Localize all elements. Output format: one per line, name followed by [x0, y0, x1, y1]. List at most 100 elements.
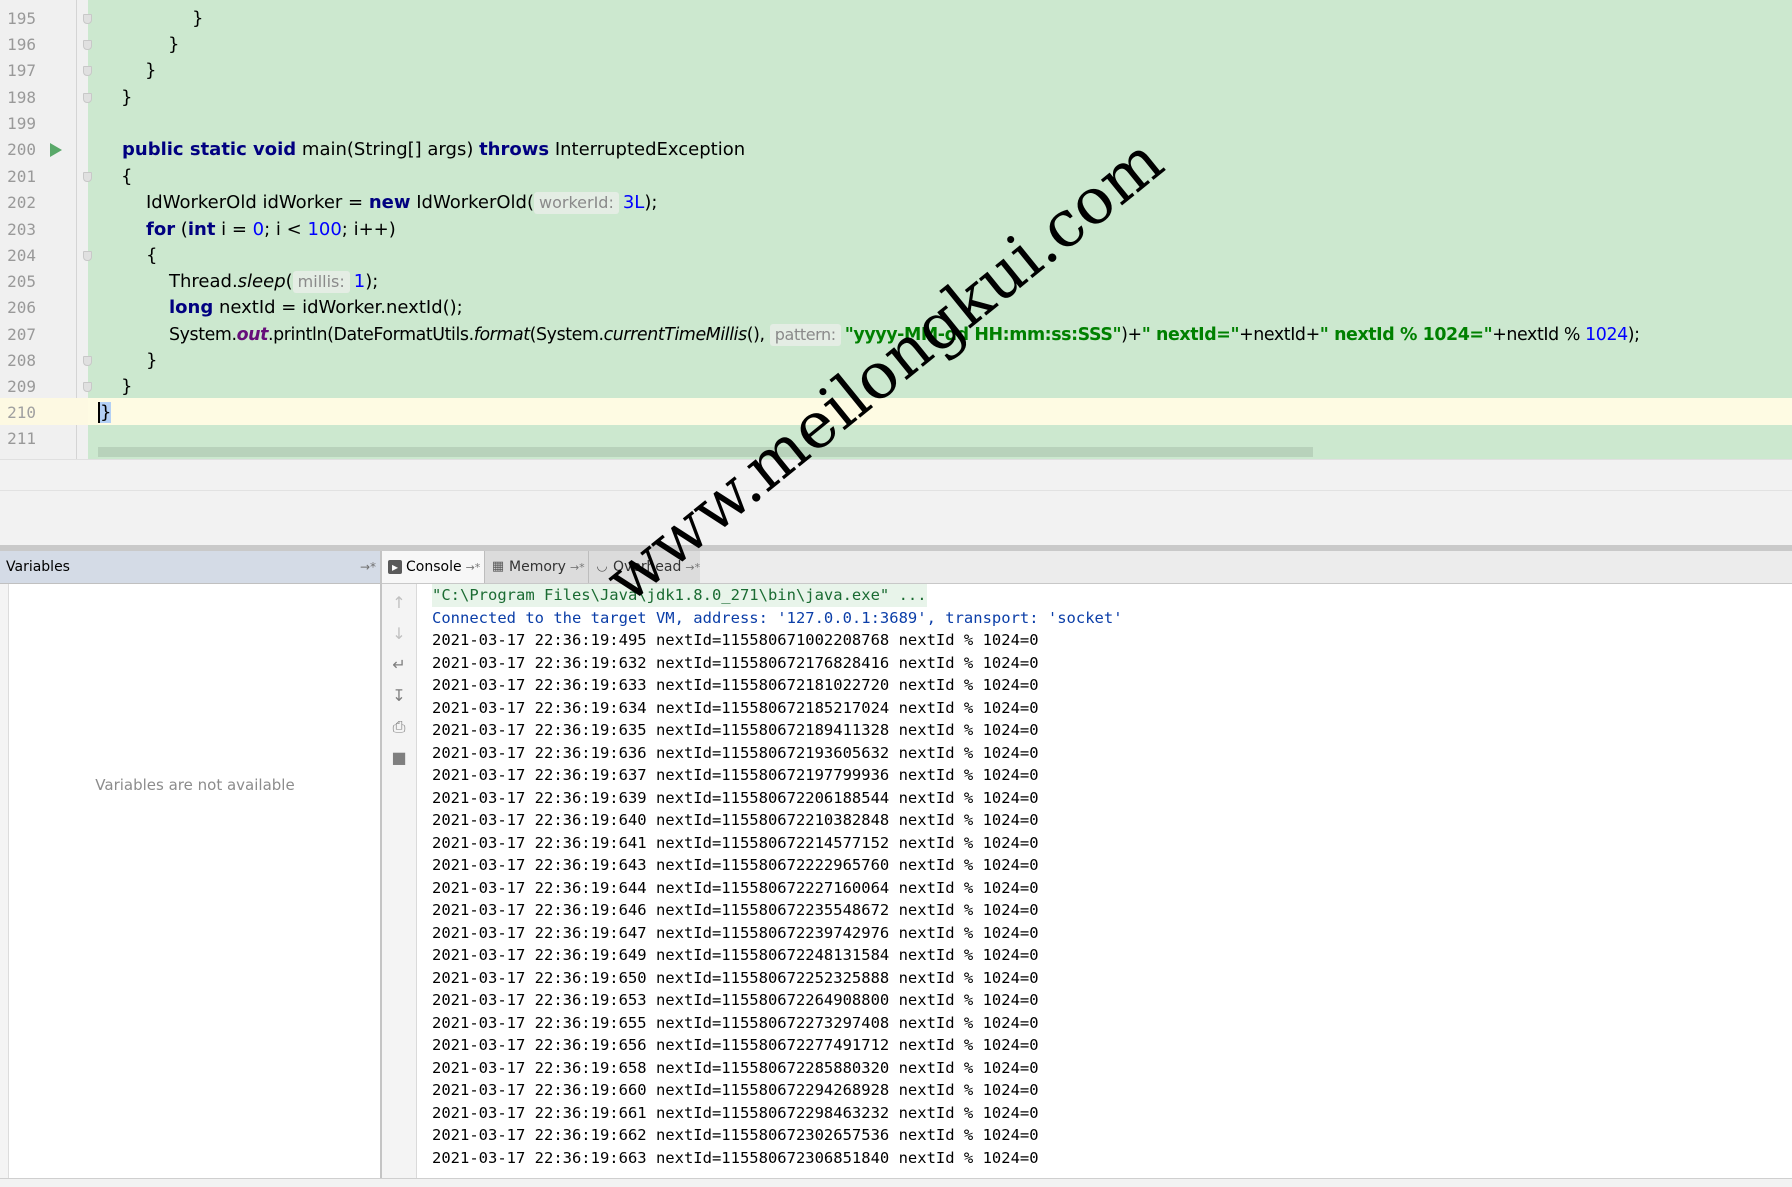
- code-line-197[interactable]: }: [145, 58, 156, 84]
- gutter-row[interactable]: 204: [0, 243, 92, 269]
- debug-tab-bar: ▸ Console →* ▦ Memory →* ◡ Overhead →*: [382, 551, 1792, 584]
- console-log-lines: 2021-03-17 22:36:19:495 nextId=115580671…: [432, 629, 1792, 1169]
- tab-memory[interactable]: ▦ Memory →*: [484, 551, 588, 583]
- code-line-198[interactable]: }: [121, 85, 132, 111]
- gutter-row[interactable]: 197: [0, 58, 92, 84]
- gutter-row[interactable]: 195: [0, 6, 92, 32]
- gutter-row[interactable]: 202: [0, 190, 88, 216]
- code-line-205[interactable]: Thread.sleep(millis: 1);: [169, 269, 378, 295]
- gutter-row[interactable]: 199: [0, 111, 88, 137]
- line-number: 204: [7, 246, 36, 265]
- gutter-row[interactable]: 206: [0, 295, 88, 321]
- editor-status-area: [0, 459, 1792, 546]
- run-gutter-icon[interactable]: [50, 143, 62, 157]
- console-log-line: 2021-03-17 22:36:19:655 nextId=115580672…: [432, 1013, 1039, 1032]
- fold-marker-icon[interactable]: [83, 14, 92, 24]
- arrow-up-icon[interactable]: ↑: [390, 594, 408, 612]
- console-output[interactable]: "C:\Program Files\Java\jdk1.8.0_271\bin\…: [432, 584, 1792, 1186]
- console-log-line: 2021-03-17 22:36:19:640 nextId=115580672…: [432, 811, 1039, 829]
- fold-marker-icon[interactable]: [83, 40, 92, 50]
- breadcrumb-divider: [0, 490, 1792, 491]
- print-icon[interactable]: ⎙: [390, 718, 408, 736]
- line-number: 211: [7, 429, 36, 448]
- gutter-row[interactable]: 196: [0, 32, 92, 58]
- gutter-row[interactable]: 203: [0, 217, 88, 243]
- console-icon: ▸: [388, 560, 402, 574]
- console-log-line: 2021-03-17 22:36:19:643 nextId=115580672…: [432, 856, 1039, 874]
- code-line-201[interactable]: {: [121, 164, 132, 190]
- line-number: 208: [7, 351, 36, 370]
- code-editor[interactable]: 195 196 197 198 199 200 201 202 203 204 205 206 207 2…: [0, 0, 1792, 459]
- current-line-highlight: [88, 398, 1792, 425]
- gutter-row[interactable]: 207: [0, 322, 88, 348]
- console-log-line: 2021-03-17 22:36:19:647 nextId=115580672…: [432, 923, 1039, 942]
- fold-marker-icon[interactable]: [83, 66, 92, 76]
- line-number: 198: [7, 88, 36, 107]
- code-line-200[interactable]: public static void main(String[] args) t…: [122, 137, 745, 163]
- code-line-210[interactable]: }: [98, 400, 112, 426]
- console-log-line: 2021-03-17 22:36:19:644 nextId=115580672…: [432, 878, 1039, 897]
- line-number: 197: [7, 61, 36, 80]
- code-line-196[interactable]: }: [168, 32, 179, 58]
- console-log-line: 2021-03-17 22:36:19:633 nextId=115580672…: [432, 676, 1039, 694]
- variables-empty-message: Variables are not available: [95, 776, 295, 794]
- console-toolbar: ↑ ↓ ↵ ↧ ⎙ ■: [382, 584, 417, 1186]
- variables-side-strip: [0, 584, 9, 1186]
- console-log-line: 2021-03-17 22:36:19:650 nextId=115580672…: [432, 968, 1039, 987]
- memory-icon: ▦: [491, 559, 505, 574]
- console-log-line: 2021-03-17 22:36:19:649 nextId=115580672…: [432, 946, 1039, 964]
- gauge-icon: ◡: [596, 559, 608, 574]
- fold-marker-icon[interactable]: [83, 172, 92, 182]
- console-log-line: 2021-03-17 22:36:19:663 nextId=115580672…: [432, 1148, 1039, 1167]
- parameter-hint-workerId: workerId:: [534, 192, 619, 214]
- arrow-down-icon[interactable]: ↓: [390, 625, 408, 643]
- console-log-line: 2021-03-17 22:36:19:637 nextId=115580672…: [432, 766, 1039, 784]
- line-number: 207: [7, 325, 36, 344]
- console-log-line: 2021-03-17 22:36:19:661 nextId=115580672…: [432, 1103, 1039, 1122]
- gutter-row[interactable]: 205: [0, 269, 88, 295]
- code-line-207[interactable]: System.out.println(DateFormatUtils.forma…: [169, 322, 1640, 348]
- console-log-line: 2021-03-17 22:36:19:635 nextId=115580672…: [432, 721, 1039, 739]
- line-number: 195: [7, 9, 36, 28]
- gutter-row[interactable]: 210: [0, 400, 88, 426]
- fold-marker-icon[interactable]: [83, 382, 92, 392]
- pin-icon[interactable]: →*: [360, 551, 376, 583]
- line-number: 205: [7, 272, 36, 291]
- horizontal-scrollbar[interactable]: [98, 447, 1313, 457]
- fold-marker-icon[interactable]: [83, 356, 92, 366]
- code-line-208[interactable]: }: [146, 348, 157, 374]
- tab-overhead-label: Overhead: [613, 559, 682, 575]
- gutter-row[interactable]: 200: [0, 137, 88, 163]
- tab-console[interactable]: ▸ Console →*: [382, 551, 484, 583]
- parameter-hint-millis: millis:: [292, 271, 350, 293]
- gutter-row[interactable]: 209: [0, 374, 92, 400]
- code-line-202[interactable]: IdWorkerOld idWorker = new IdWorkerOld(w…: [146, 190, 657, 216]
- console-log-line: 2021-03-17 22:36:19:656 nextId=115580672…: [432, 1036, 1039, 1054]
- code-line-204[interactable]: {: [146, 243, 157, 269]
- console-log-line: 2021-03-17 22:36:19:632 nextId=115580672…: [432, 653, 1039, 672]
- fold-marker-icon[interactable]: [83, 251, 92, 261]
- console-command-line: "C:\Program Files\Java\jdk1.8.0_271\bin\…: [432, 584, 927, 607]
- console-log-line: 2021-03-17 22:36:19:658 nextId=115580672…: [432, 1058, 1039, 1077]
- pin-icon[interactable]: →*: [466, 561, 481, 574]
- gutter-row[interactable]: 208: [0, 348, 92, 374]
- fold-marker-icon[interactable]: [83, 93, 92, 103]
- variables-title: Variables: [6, 559, 70, 575]
- console-log-line: 2021-03-17 22:36:19:641 nextId=115580672…: [432, 833, 1039, 852]
- code-line-209[interactable]: }: [121, 374, 132, 400]
- text-caret: }: [98, 402, 112, 423]
- trash-icon[interactable]: ■: [390, 749, 408, 767]
- code-line-206[interactable]: long nextId = idWorker.nextId();: [169, 295, 463, 321]
- console-log-line: 2021-03-17 22:36:19:653 nextId=115580672…: [432, 991, 1039, 1009]
- gutter-row[interactable]: 211: [0, 426, 88, 452]
- code-line-195[interactable]: }: [192, 6, 203, 32]
- pin-icon[interactable]: →*: [685, 561, 700, 574]
- code-line-203[interactable]: for (int i = 0; i < 100; i++): [146, 217, 396, 243]
- pin-icon[interactable]: →*: [570, 561, 585, 574]
- tab-overhead[interactable]: ◡ Overhead →*: [588, 551, 700, 583]
- scroll-to-end-icon[interactable]: ↧: [390, 687, 408, 705]
- console-log-line: 2021-03-17 22:36:19:646 nextId=115580672…: [432, 901, 1039, 919]
- soft-wrap-icon[interactable]: ↵: [390, 656, 408, 674]
- gutter-row[interactable]: 198: [0, 85, 92, 111]
- gutter-row[interactable]: 201: [0, 164, 92, 190]
